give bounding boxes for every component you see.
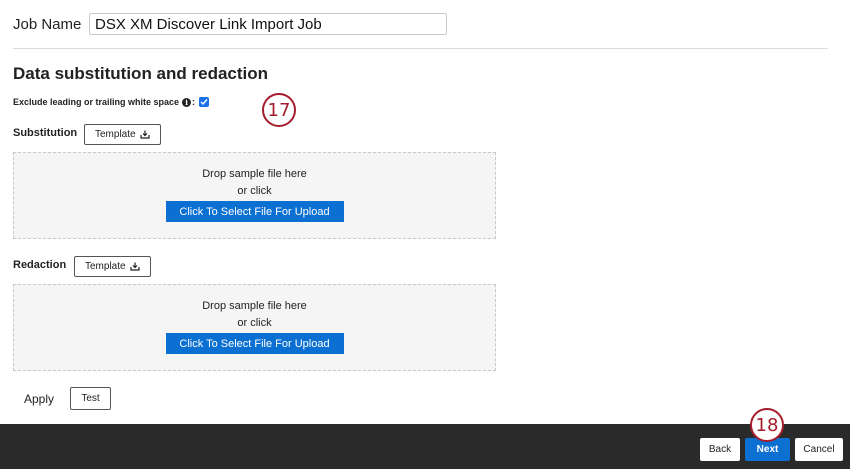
info-icon[interactable]: i bbox=[182, 97, 192, 107]
substitution-label: Substitution bbox=[13, 127, 78, 139]
divider bbox=[13, 48, 828, 49]
check-icon bbox=[200, 99, 208, 106]
template-button-label: Template bbox=[85, 261, 126, 272]
callout-17: 17 bbox=[262, 93, 296, 127]
substitution-upload-button[interactable]: Click To Select File For Upload bbox=[165, 201, 344, 222]
callout-18: 18 bbox=[750, 408, 784, 442]
template-button-label: Template bbox=[95, 129, 136, 140]
drop-text: Drop sample file here bbox=[202, 168, 307, 180]
whitespace-option: Exclude leading or trailing white space … bbox=[13, 97, 210, 107]
substitution-template-button[interactable]: Template bbox=[84, 124, 161, 145]
redaction-label: Redaction bbox=[13, 259, 67, 271]
drop-text: Drop sample file here bbox=[202, 300, 307, 312]
whitespace-label: Exclude leading or trailing white space bbox=[13, 97, 180, 107]
job-name-label: Job Name bbox=[13, 15, 82, 33]
colon: : bbox=[192, 97, 196, 107]
redaction-template-button[interactable]: Template bbox=[74, 256, 151, 277]
cancel-button[interactable]: Cancel bbox=[795, 438, 843, 461]
or-click-text: or click bbox=[237, 317, 272, 329]
substitution-dropzone[interactable]: Drop sample file here or click Click To … bbox=[13, 152, 496, 239]
redaction-dropzone[interactable]: Drop sample file here or click Click To … bbox=[13, 284, 496, 371]
apply-label: Apply bbox=[24, 392, 55, 406]
job-name-input[interactable] bbox=[89, 13, 447, 35]
or-click-text: or click bbox=[237, 185, 272, 197]
download-tray-icon bbox=[139, 130, 150, 139]
back-button[interactable]: Back bbox=[700, 438, 740, 461]
download-tray-icon bbox=[129, 262, 140, 271]
test-button[interactable]: Test bbox=[70, 387, 111, 410]
job-name-row: Job Name bbox=[13, 12, 93, 36]
section-title: Data substitution and redaction bbox=[13, 64, 269, 83]
redaction-upload-button[interactable]: Click To Select File For Upload bbox=[165, 333, 344, 354]
whitespace-checkbox[interactable] bbox=[199, 97, 210, 107]
